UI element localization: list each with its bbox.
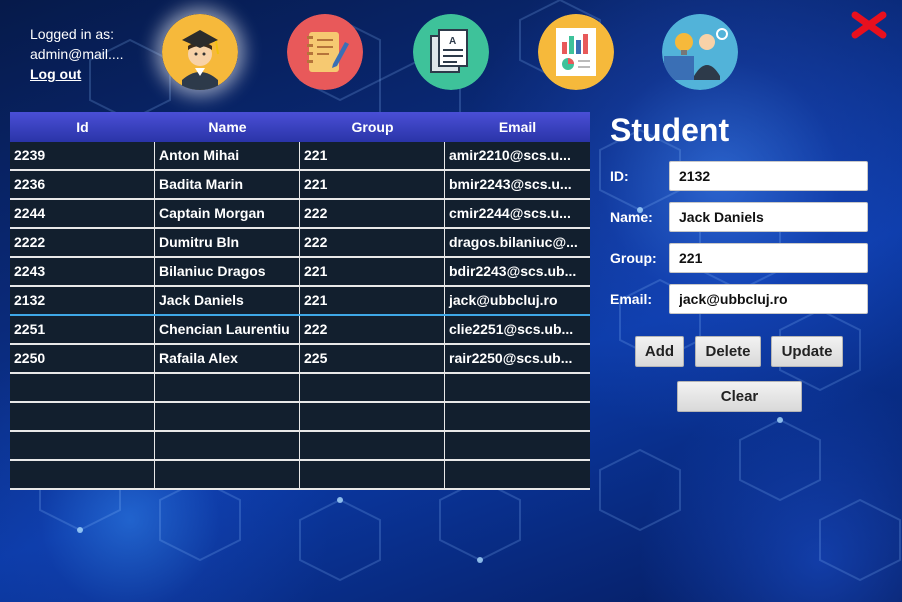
svg-text:A: A <box>449 36 456 47</box>
cell-empty <box>445 403 590 430</box>
cell-name: Chencian Laurentiu <box>155 316 300 343</box>
student-graduate-icon[interactable] <box>162 14 238 90</box>
column-header-group[interactable]: Group <box>300 112 445 142</box>
table-row[interactable]: 2239 Anton Mihai 221 amir2210@scs.u... <box>10 142 590 171</box>
cell-id: 2236 <box>10 171 155 198</box>
cell-empty <box>155 461 300 488</box>
logged-in-label: Logged in as: <box>30 26 115 42</box>
name-label: Name: <box>610 209 653 225</box>
user-email: admin@mail.... <box>30 46 124 62</box>
column-header-email[interactable]: Email <box>445 112 590 142</box>
cell-email: amir2210@scs.u... <box>449 147 571 163</box>
cell-id: 2244 <box>10 200 155 227</box>
cell-empty <box>300 461 445 488</box>
report-chart-icon[interactable] <box>538 14 614 90</box>
cell-empty <box>10 432 155 459</box>
documents-icon[interactable]: A <box>413 14 489 90</box>
table-row[interactable]: 2222 Dumitru Bln 222 dragos.bilaniuc@... <box>10 229 590 258</box>
cell-email: jack@ubbcluj.ro <box>449 292 558 308</box>
cell-group: 222 <box>300 229 445 256</box>
cell-empty <box>10 403 155 430</box>
login-info: Logged in as: admin@mail.... Log out <box>30 24 124 84</box>
table-row-empty[interactable] <box>10 461 590 490</box>
cell-name: Anton Mihai <box>155 142 300 169</box>
table-row[interactable]: 2244 Captain Morgan 222 cmir2244@scs.u... <box>10 200 590 229</box>
cell-empty <box>445 461 590 488</box>
table-header: Id Name Group Email <box>10 112 590 142</box>
cell-group: 221 <box>300 258 445 285</box>
cell-email: bdir2243@scs.ub... <box>449 263 577 279</box>
update-button[interactable]: Update <box>771 336 843 367</box>
add-button[interactable]: Add <box>635 336 684 367</box>
cell-email: cmir2244@scs.u... <box>449 205 571 221</box>
cell-empty <box>300 432 445 459</box>
cell-name: Captain Morgan <box>155 200 300 227</box>
cell-empty <box>155 374 300 401</box>
table-row-empty[interactable] <box>10 374 590 403</box>
logout-link[interactable]: Log out <box>30 64 81 84</box>
table-row[interactable]: 2132 Jack Daniels 221 jack@ubbcluj.ro <box>10 287 590 316</box>
cell-id: 2132 <box>10 287 155 314</box>
table-row-empty[interactable] <box>10 432 590 461</box>
clear-button[interactable]: Clear <box>677 381 802 412</box>
students-table: Id Name Group Email 2239 Anton Mihai 221 am… <box>10 112 590 490</box>
name-field[interactable] <box>669 202 868 232</box>
cell-empty <box>300 403 445 430</box>
form-title: Student <box>610 112 730 148</box>
cell-empty <box>445 374 590 401</box>
business-idea-icon[interactable] <box>662 14 738 90</box>
cell-id: 2243 <box>10 258 155 285</box>
column-header-name[interactable]: Name <box>155 112 300 142</box>
cell-email: rair2250@scs.ub... <box>449 350 573 366</box>
cell-id: 2250 <box>10 345 155 372</box>
cell-empty <box>155 432 300 459</box>
cell-empty <box>10 461 155 488</box>
table-row[interactable]: 2236 Badita Marin 221 bmir2243@scs.u... <box>10 171 590 200</box>
cell-email: clie2251@scs.ub... <box>449 321 574 337</box>
table-row-empty[interactable] <box>10 403 590 432</box>
cell-group: 222 <box>300 316 445 343</box>
cell-name: Bilaniuc Dragos <box>155 258 300 285</box>
close-icon[interactable] <box>850 10 888 40</box>
cell-name: Jack Daniels <box>155 287 300 314</box>
cell-email: bmir2243@scs.u... <box>449 176 572 192</box>
cell-id: 2251 <box>10 316 155 343</box>
notebook-icon[interactable] <box>287 14 363 90</box>
cell-empty <box>445 432 590 459</box>
cell-empty <box>155 403 300 430</box>
email-field[interactable] <box>669 284 868 314</box>
email-label: Email: <box>610 291 653 307</box>
column-header-id[interactable]: Id <box>10 112 155 142</box>
cell-empty <box>10 374 155 401</box>
cell-name: Dumitru Bln <box>155 229 300 256</box>
cell-id: 2222 <box>10 229 155 256</box>
cell-name: Rafaila Alex <box>155 345 300 372</box>
id-label: ID: <box>610 168 629 184</box>
cell-group: 221 <box>300 287 445 314</box>
cell-email: dragos.bilaniuc@... <box>449 234 578 250</box>
cell-group: 222 <box>300 200 445 227</box>
delete-button[interactable]: Delete <box>695 336 761 367</box>
id-field[interactable] <box>669 161 868 191</box>
table-row[interactable]: 2250 Rafaila Alex 225 rair2250@scs.ub... <box>10 345 590 374</box>
group-label: Group: <box>610 250 657 266</box>
cell-id: 2239 <box>10 142 155 169</box>
cell-name: Badita Marin <box>155 171 300 198</box>
table-body: 2239 Anton Mihai 221 amir2210@scs.u... 2236 B… <box>10 142 590 490</box>
table-row[interactable]: 2243 Bilaniuc Dragos 221 bdir2243@scs.ub... <box>10 258 590 287</box>
cell-group: 225 <box>300 345 445 372</box>
table-row[interactable]: 2251 Chencian Laurentiu 222 clie2251@scs.ub… <box>10 316 590 345</box>
cell-empty <box>300 374 445 401</box>
group-field[interactable] <box>669 243 868 273</box>
cell-group: 221 <box>300 142 445 169</box>
cell-group: 221 <box>300 171 445 198</box>
